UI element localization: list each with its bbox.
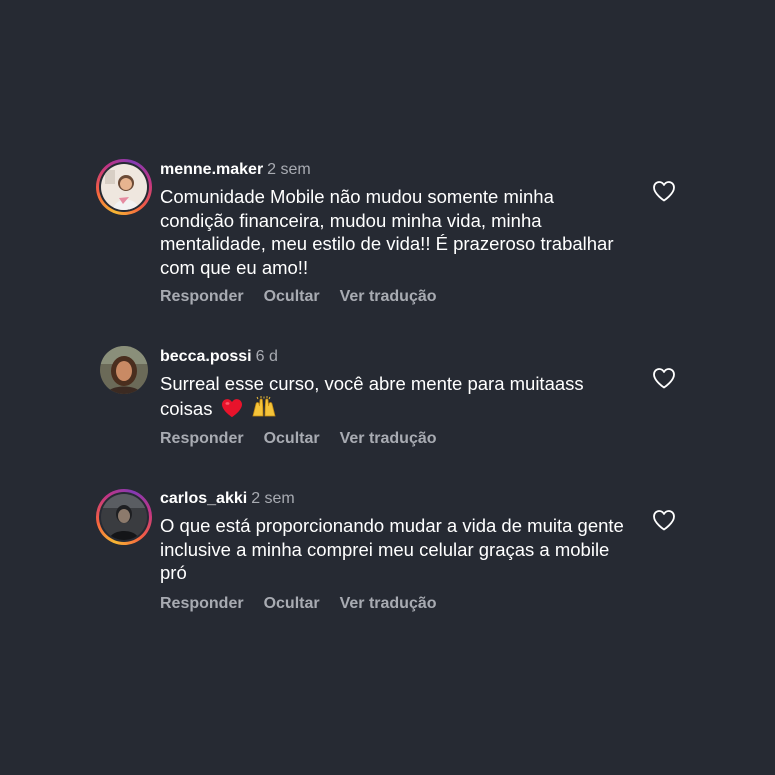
translate-button[interactable]: Ver tradução — [340, 287, 437, 307]
username[interactable]: becca.possi — [160, 348, 252, 365]
comments-list: menne.maker 2 sem Comunidade Mobile não m… — [0, 0, 775, 775]
translate-button[interactable]: Ver tradução — [340, 594, 437, 614]
comment-actions: Responder Ocultar Ver tradução — [160, 429, 457, 449]
heart-outline-icon[interactable] — [652, 367, 676, 389]
reply-button[interactable]: Responder — [160, 594, 244, 614]
reply-button[interactable]: Responder — [160, 287, 244, 307]
avatar-container[interactable] — [96, 342, 152, 398]
timestamp: 2 sem — [251, 490, 295, 507]
comment-text: O que está proporcionando mudar a vida d… — [160, 515, 624, 583]
hide-button[interactable]: Ocultar — [264, 429, 320, 449]
red-heart-emoji — [221, 398, 242, 417]
reply-button[interactable]: Responder — [160, 429, 244, 449]
comment-header: becca.possi 6 d — [160, 347, 278, 367]
comment-header: menne.maker 2 sem — [160, 160, 311, 180]
avatar — [100, 346, 148, 394]
hide-button[interactable]: Ocultar — [264, 594, 320, 614]
timestamp: 2 sem — [267, 161, 311, 178]
hide-button[interactable]: Ocultar — [264, 287, 320, 307]
comment-actions: Responder Ocultar Ver tradução — [160, 287, 457, 307]
username[interactable]: menne.maker — [160, 161, 263, 178]
raising-hands-emoji — [252, 395, 276, 416]
avatar — [101, 164, 147, 210]
avatar-story-ring[interactable] — [96, 489, 152, 545]
username[interactable]: carlos_akki — [160, 490, 247, 507]
timestamp: 6 d — [255, 348, 278, 365]
avatar-story-ring[interactable] — [96, 159, 152, 215]
comment-header: carlos_akki 2 sem — [160, 489, 295, 509]
heart-outline-icon[interactable] — [652, 180, 676, 202]
heart-outline-icon[interactable] — [652, 509, 676, 531]
translate-button[interactable]: Ver tradução — [340, 429, 437, 449]
comment-text-container: Surreal esse curso, você abre mente para… — [160, 372, 630, 420]
comment-text: Comunidade Mobile não mudou somente minh… — [160, 186, 614, 278]
comment-actions: Responder Ocultar Ver tradução — [160, 594, 457, 614]
avatar — [101, 494, 147, 540]
